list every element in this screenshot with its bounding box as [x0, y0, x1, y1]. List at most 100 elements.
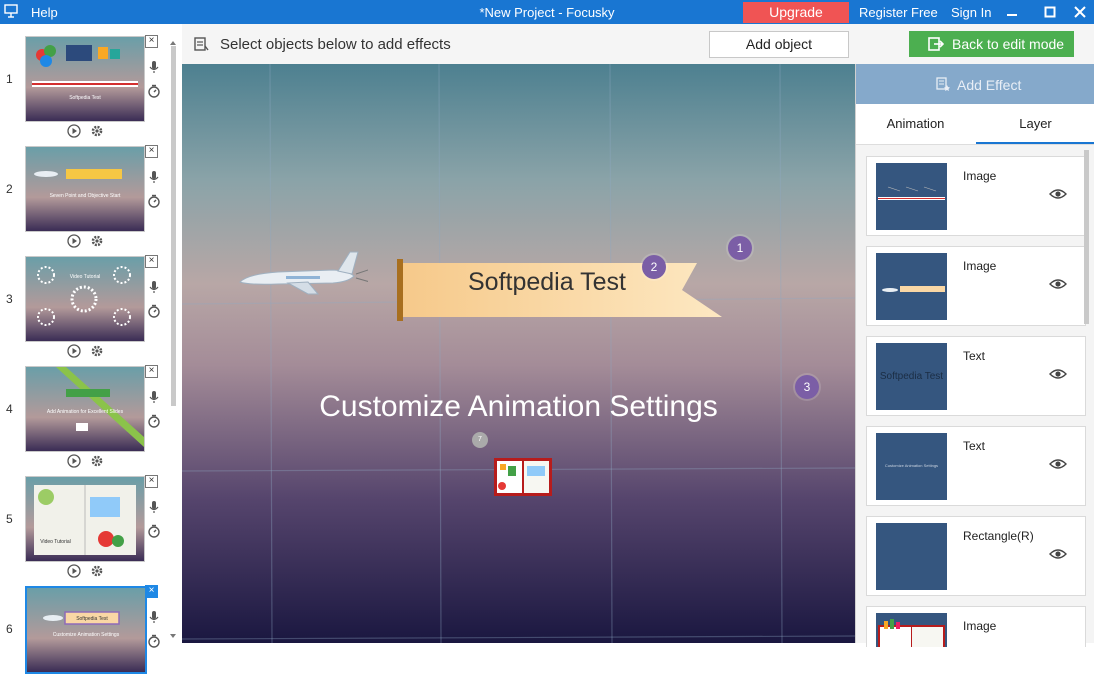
microphone-icon[interactable] [147, 500, 161, 514]
timer-icon[interactable] [147, 524, 161, 538]
layer-item[interactable]: Rectangle(R) [866, 516, 1086, 596]
layer-thumbnail [876, 163, 947, 230]
layer-thumbnail: Softpedia Test [876, 343, 947, 410]
slide-thumbnail-art [43, 611, 120, 625]
slide-number: 1 [6, 72, 13, 86]
slide-thumbnail[interactable]: Softpedia Test Customize Animation Setti… [25, 586, 147, 674]
slide-thumbnail-art [34, 169, 122, 179]
add-effect-button[interactable]: Add Effect [856, 64, 1094, 104]
panel-tabs: Animation Layer [856, 104, 1094, 145]
layer-item[interactable]: Image [866, 246, 1086, 326]
airplane-image[interactable] [238, 250, 368, 296]
slide-thumbnail-text: Add Animation for Excellent Slides [46, 409, 124, 415]
layer-name: Image [963, 619, 997, 633]
slide-number: 2 [6, 182, 13, 196]
visibility-eye-icon[interactable] [1049, 367, 1067, 381]
slide-thumbnail-text: Seven Point and Objective Start [49, 193, 121, 199]
maximize-icon[interactable] [1041, 3, 1059, 21]
layer-item[interactable]: Image [866, 606, 1086, 647]
microphone-icon[interactable] [147, 280, 161, 294]
title-bar: Help *New Project - Focusky Upgrade acco… [0, 0, 1094, 41]
slide-number: 5 [6, 512, 13, 526]
layer-thumbnail [876, 613, 947, 647]
timer-icon[interactable] [147, 84, 161, 98]
exit-icon [928, 37, 944, 51]
visibility-eye-icon[interactable] [1049, 277, 1067, 291]
slide-thumbnail[interactable]: Softpedia Test [25, 36, 145, 122]
back-to-edit-mode-button[interactable]: Back to edit mode [909, 31, 1074, 57]
book-image[interactable] [494, 458, 552, 496]
slide-thumbnail-text: Video Tutorial [40, 539, 71, 545]
timer-icon[interactable] [147, 304, 161, 318]
slide-thumbnail[interactable]: Video Tutorial [25, 256, 145, 342]
visibility-eye-icon[interactable] [1049, 457, 1067, 471]
tab-layer[interactable]: Layer [976, 104, 1094, 144]
upgrade-account-button[interactable]: Upgrade account [743, 2, 849, 41]
slide-item[interactable]: 2 Seven Point and Objective Start × [0, 134, 166, 248]
delete-slide-button[interactable]: × [145, 145, 158, 158]
presentation-canvas[interactable]: Softpedia Test Customize Animation Setti… [182, 64, 855, 643]
slide-item[interactable]: 5 Video Tutorial × [0, 464, 166, 578]
headline-text[interactable]: Customize Animation Settings [182, 390, 855, 424]
microphone-icon[interactable] [147, 170, 161, 184]
layer-item[interactable]: Customize Animation Settings Text [866, 426, 1086, 506]
list-icon [194, 37, 209, 51]
layer-item[interactable]: Softpedia Test Text [866, 336, 1086, 416]
slide-thumbnail[interactable]: Seven Point and Objective Start [25, 146, 145, 232]
layer-thumbnail [876, 523, 947, 590]
layer-name: Rectangle(R) [963, 529, 1034, 543]
slide-item[interactable]: 4 Add Animation for Excellent Slides × [0, 354, 166, 468]
delete-slide-button[interactable]: × [145, 365, 158, 378]
microphone-icon[interactable] [147, 60, 161, 74]
timer-icon[interactable] [147, 414, 161, 428]
visibility-eye-icon[interactable] [1049, 547, 1067, 561]
effect-order-badge[interactable]: 3 [795, 375, 819, 399]
layer-name: Image [963, 169, 997, 183]
close-icon[interactable] [1071, 3, 1089, 21]
delete-slide-button[interactable]: × [145, 255, 158, 268]
slide-thumbnail[interactable]: Video Tutorial [25, 476, 145, 562]
microphone-icon[interactable] [147, 610, 161, 624]
layer-preview-text: Customize Animation Settings [884, 463, 939, 468]
delete-slide-button[interactable]: × [145, 585, 158, 598]
add-object-button[interactable]: Add object [709, 31, 849, 58]
visibility-eye-icon[interactable] [1049, 187, 1067, 201]
slide-item[interactable]: 3 Video Tutorial × [0, 244, 166, 358]
slide-number: 6 [6, 622, 13, 636]
slide-number: 4 [6, 402, 13, 416]
slide-thumbnail[interactable]: Add Animation for Excellent Slides [25, 366, 145, 452]
slide-number: 3 [6, 292, 13, 306]
register-free-link[interactable]: Register Free [859, 5, 938, 20]
effect-order-badge[interactable]: 1 [728, 236, 752, 260]
layer-thumbnail [876, 253, 947, 320]
slide-thumbnail-art [32, 45, 138, 87]
add-effect-label: Add Effect [957, 77, 1022, 93]
layer-preview-text: Softpedia Test [879, 371, 944, 382]
microphone-icon[interactable] [147, 390, 161, 404]
add-effect-icon [936, 77, 950, 91]
layer-name: Image [963, 259, 997, 273]
instruction-label: Select objects below to add effects [220, 36, 451, 53]
tab-animation[interactable]: Animation [856, 104, 975, 144]
slide-list-scroll-thumb[interactable] [171, 46, 176, 406]
effect-order-badge[interactable]: 2 [642, 255, 666, 279]
effects-toolbar: Select objects below to add effects Add … [182, 24, 1094, 65]
timer-icon[interactable] [147, 194, 161, 208]
sign-in-link[interactable]: Sign In [951, 5, 991, 20]
slide-thumbnail-text: Softpedia Test [69, 95, 101, 101]
layer-thumbnail-art [882, 286, 945, 292]
layer-item[interactable]: Image [866, 156, 1086, 236]
timer-icon[interactable] [147, 634, 161, 648]
layer-thumbnail-art [878, 619, 945, 647]
slide-thumbnail-text: Video Tutorial [69, 274, 101, 280]
delete-slide-button[interactable]: × [145, 35, 158, 48]
canvas-grid [182, 64, 855, 643]
back-to-edit-mode-label: Back to edit mode [952, 36, 1065, 52]
slide-item[interactable]: 1 Softpedia Test × [0, 24, 166, 138]
effect-order-badge-small[interactable]: 7 [472, 432, 488, 448]
delete-slide-button[interactable]: × [145, 475, 158, 488]
minimize-icon[interactable] [1003, 3, 1021, 21]
layer-list-scroll-thumb[interactable] [1084, 150, 1089, 324]
slide-list: 1 Softpedia Test × 2 Seven Point and Obj… [0, 24, 183, 674]
slide-item-active[interactable]: 6 Softpedia Test Customize Animation Set… [0, 574, 166, 684]
